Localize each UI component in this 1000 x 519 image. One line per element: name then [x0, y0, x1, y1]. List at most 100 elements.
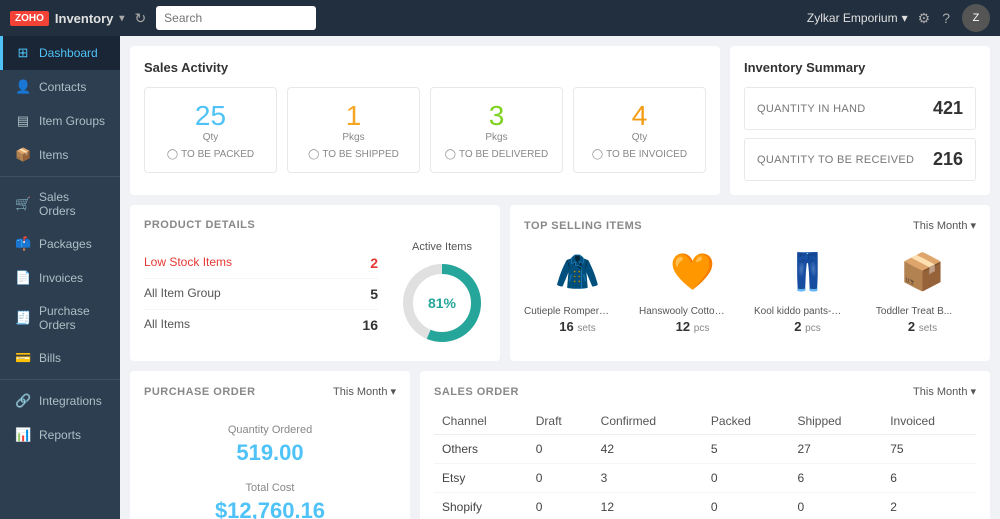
row-1-channel: Etsy [434, 464, 528, 493]
sales-activity-cards: 25 Qty ◯ TO BE PACKED 1 Pkgs ◯ TO BE SHI… [144, 87, 706, 173]
col-draft: Draft [528, 408, 593, 435]
ts-item-3-img: 📦 [893, 242, 953, 302]
col-channel: Channel [434, 408, 528, 435]
inv-hand-value: 421 [933, 98, 963, 119]
sidebar-item-item-groups[interactable]: ▤ Item Groups [0, 104, 120, 138]
sidebar-item-sales-orders[interactable]: 🛒 Sales Orders [0, 181, 120, 227]
donut-chart: 81% [398, 259, 486, 347]
activity-card-ship: 1 Pkgs ◯ TO BE SHIPPED [287, 87, 420, 173]
help-icon[interactable]: ? [942, 10, 950, 26]
ts-item-1-qty: 12 pcs [639, 319, 746, 334]
search-input[interactable] [156, 6, 316, 30]
po-period[interactable]: This Month ▾ [333, 385, 396, 398]
so-period-arrow: ▾ [970, 385, 976, 398]
row-0-packed: 5 [703, 435, 790, 464]
row-2-channel: Shopify [434, 493, 528, 519]
ts-item-1-name: Hanswooly Cotton cas... [639, 306, 729, 317]
ts-item-2: 👖 Kool kiddo pants-cow... 2 pcs [754, 242, 861, 334]
ts-item-2-name: Kool kiddo pants-cow... [754, 306, 844, 317]
po-content: Quantity Ordered 519.00 Total Cost $12,7… [144, 408, 396, 519]
sidebar-item-label: Dashboard [39, 46, 98, 60]
sidebar-item-bills[interactable]: 💳 Bills [0, 341, 120, 375]
sidebar-item-label: Item Groups [39, 114, 105, 128]
so-period[interactable]: This Month ▾ [913, 385, 976, 398]
period-arrow: ▾ [970, 219, 976, 232]
sidebar-item-dashboard[interactable]: ⊞ Dashboard [0, 36, 120, 70]
activity-card-pack: 25 Qty ◯ TO BE PACKED [144, 87, 277, 173]
table-row: Others 0 42 5 27 75 [434, 435, 976, 464]
topbar-icons: ⚙ ? Z [918, 4, 990, 32]
sidebar-item-reports[interactable]: 📊 Reports [0, 418, 120, 452]
org-name: Zylkar Emporium [807, 11, 898, 25]
main-layout: ⊞ Dashboard 👤 Contacts ▤ Item Groups 📦 I… [0, 36, 1000, 519]
top-section: Sales Activity 25 Qty ◯ TO BE PACKED 1 P… [130, 46, 990, 195]
bottom-section: PURCHASE ORDER This Month ▾ Quantity Ord… [130, 371, 990, 519]
ts-item-0-img: 🧥 [548, 242, 608, 302]
col-invoiced: Invoiced [882, 408, 976, 435]
row-1-packed: 0 [703, 464, 790, 493]
ts-item-0-qty: 16 sets [524, 319, 631, 334]
ts-item-3-name: Toddler Treat B... [869, 306, 959, 317]
activity-card-invoice: 4 Qty ◯ TO BE INVOICED [573, 87, 706, 173]
sidebar-divider-2 [0, 379, 120, 380]
item-groups-icon: ▤ [15, 113, 31, 129]
deliver-label: ◯ TO BE DELIVERED [443, 149, 550, 160]
sidebar-item-purchase-orders[interactable]: 🧾 Purchase Orders [0, 295, 120, 341]
sidebar-item-invoices[interactable]: 📄 Invoices [0, 261, 120, 295]
so-title: SALES ORDER [434, 386, 519, 398]
sidebar-item-label: Reports [39, 428, 81, 442]
pd-itemgroup-label: All Item Group [144, 286, 221, 302]
po-cost-value: $12,760.16 [144, 498, 396, 519]
settings-icon[interactable]: ⚙ [918, 10, 931, 27]
ts-item-3: 📦 Toddler Treat B... 2 sets [869, 242, 976, 334]
po-cost-label: Total Cost [144, 482, 396, 494]
col-shipped: Shipped [789, 408, 882, 435]
ts-item-2-unit: pcs [805, 323, 821, 334]
content-area: Sales Activity 25 Qty ◯ TO BE PACKED 1 P… [120, 36, 1000, 519]
sidebar-item-label: Packages [39, 237, 92, 251]
ts-item-2-img: 👖 [778, 242, 838, 302]
topbar: ZOHO Inventory ▾ ↻ Zylkar Emporium ▾ ⚙ ?… [0, 0, 1000, 36]
donut-chart-area: Active Items 81% [398, 241, 486, 347]
pack-value: 25 [157, 100, 264, 132]
product-details-title: PRODUCT DETAILS [144, 219, 486, 231]
sidebar-item-packages[interactable]: 📫 Packages [0, 227, 120, 261]
sidebar-item-integrations[interactable]: 🔗 Integrations [0, 384, 120, 418]
dashboard-icon: ⊞ [15, 45, 31, 61]
sidebar-item-label: Integrations [39, 394, 102, 408]
ts-item-0-unit: sets [577, 323, 595, 334]
integrations-icon: 🔗 [15, 393, 31, 409]
po-period-arrow: ▾ [390, 385, 396, 398]
sidebar-item-label: Contacts [39, 80, 86, 94]
inv-receive-value: 216 [933, 149, 963, 170]
invoice-value: 4 [586, 100, 693, 132]
pd-lowstock-label: Low Stock Items [144, 255, 232, 271]
col-confirmed: Confirmed [593, 408, 703, 435]
avatar[interactable]: Z [962, 4, 990, 32]
invoice-unit: Qty [586, 132, 693, 143]
middle-section: PRODUCT DETAILS Low Stock Items 2 All It… [130, 205, 990, 361]
inv-row-hand: QUANTITY IN HAND 421 [744, 87, 976, 130]
pd-allitems-label: All Items [144, 317, 190, 333]
ts-item-1: 🧡 Hanswooly Cotton cas... 12 pcs [639, 242, 746, 334]
sidebar-item-items[interactable]: 📦 Items [0, 138, 120, 172]
po-header: PURCHASE ORDER This Month ▾ [144, 385, 396, 398]
logo-arrow: ▾ [119, 13, 124, 24]
purchase-orders-icon: 🧾 [15, 310, 31, 326]
invoice-label: ◯ TO BE INVOICED [586, 149, 693, 160]
sidebar-item-label: Purchase Orders [39, 304, 108, 332]
refresh-icon[interactable]: ↻ [134, 10, 146, 27]
sales-orders-icon: 🛒 [15, 196, 31, 212]
deliver-unit: Pkgs [443, 132, 550, 143]
ship-unit: Pkgs [300, 132, 407, 143]
row-1-shipped: 6 [789, 464, 882, 493]
row-2-packed: 0 [703, 493, 790, 519]
top-selling-period[interactable]: This Month ▾ [913, 219, 976, 232]
sidebar-item-contacts[interactable]: 👤 Contacts [0, 70, 120, 104]
table-row: Shopify 0 12 0 0 2 [434, 493, 976, 519]
invoice-icon: ◯ [592, 149, 603, 160]
row-0-confirmed: 42 [593, 435, 703, 464]
deliver-icon: ◯ [445, 149, 456, 160]
row-0-channel: Others [434, 435, 528, 464]
org-selector[interactable]: Zylkar Emporium ▾ [807, 11, 908, 25]
